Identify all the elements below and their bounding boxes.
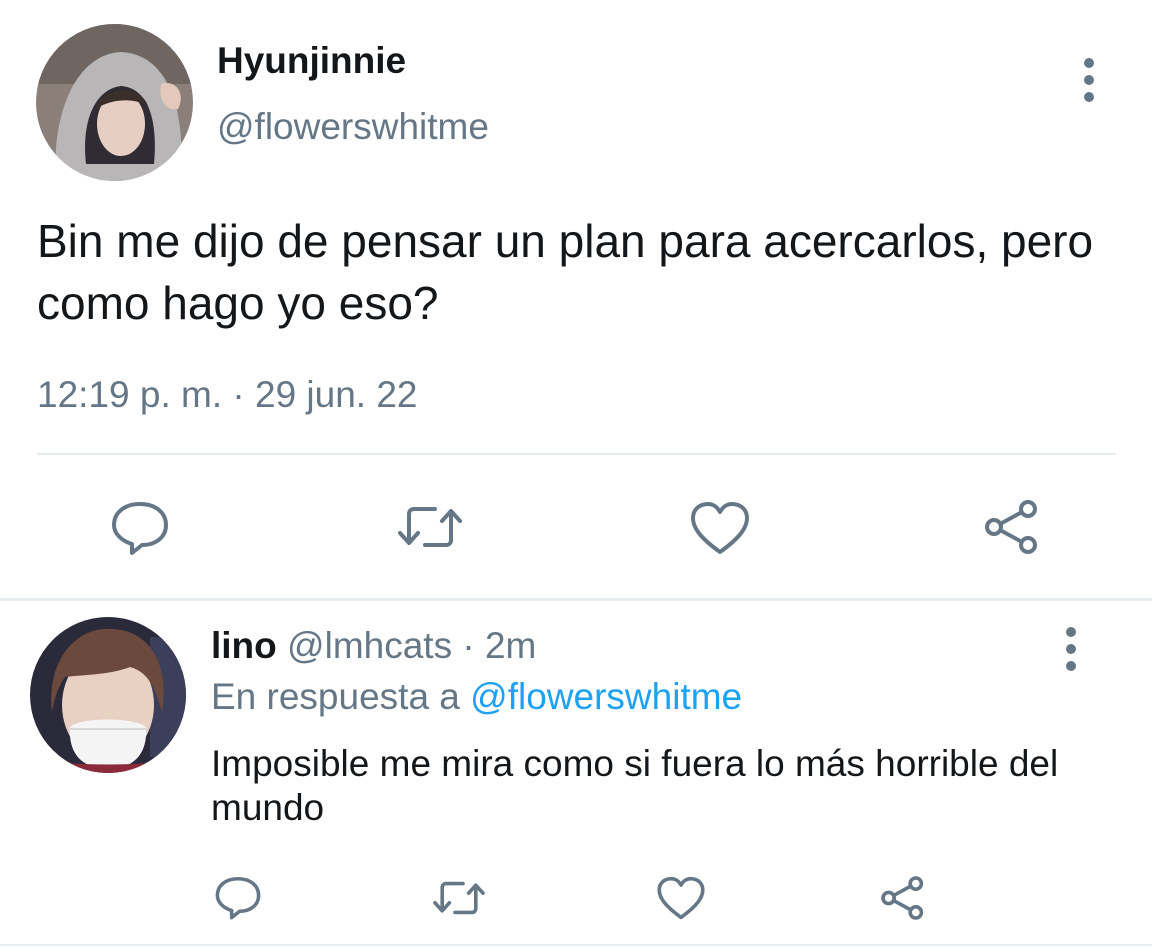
more-vertical-icon[interactable] <box>1059 627 1083 671</box>
like-icon[interactable] <box>688 500 752 556</box>
profile-photo <box>36 24 193 181</box>
in-reply-to-prefix: En respuesta a <box>211 676 460 717</box>
share-icon[interactable] <box>878 873 928 923</box>
author-avatar[interactable] <box>36 24 193 181</box>
in-reply-to: En respuesta a @flowerswhitme <box>211 676 742 718</box>
reply-icon[interactable] <box>108 497 172 557</box>
divider <box>0 944 1152 946</box>
tweet-timestamp[interactable]: 12:19 p. m. · 29 jun. 22 <box>37 374 418 416</box>
reply-icon[interactable] <box>213 874 263 920</box>
retweet-icon[interactable] <box>430 876 488 920</box>
retweet-icon[interactable] <box>395 500 465 554</box>
more-vertical-icon[interactable] <box>1077 58 1101 102</box>
divider <box>37 453 1116 455</box>
tweet-text: Bin me dijo de pensar un plan para acerc… <box>37 215 1094 329</box>
in-reply-to-handle[interactable]: @flowerswhitme <box>470 676 742 717</box>
author-handle[interactable]: @flowerswhitme <box>217 106 489 148</box>
reply-meta: @lmhcats · 2m <box>287 625 537 666</box>
author-display-name[interactable]: Hyunjinnie <box>217 40 406 82</box>
reply-header: lino @lmhcats · 2m <box>211 625 536 667</box>
share-icon[interactable] <box>982 497 1042 557</box>
like-icon[interactable] <box>655 875 707 921</box>
section-divider <box>0 598 1152 601</box>
profile-photo <box>30 617 186 773</box>
reply-display-name[interactable]: lino <box>211 625 277 666</box>
reply-author-avatar[interactable] <box>30 617 186 773</box>
reply-text: Imposible me mira como si fuera lo más h… <box>211 743 1059 828</box>
